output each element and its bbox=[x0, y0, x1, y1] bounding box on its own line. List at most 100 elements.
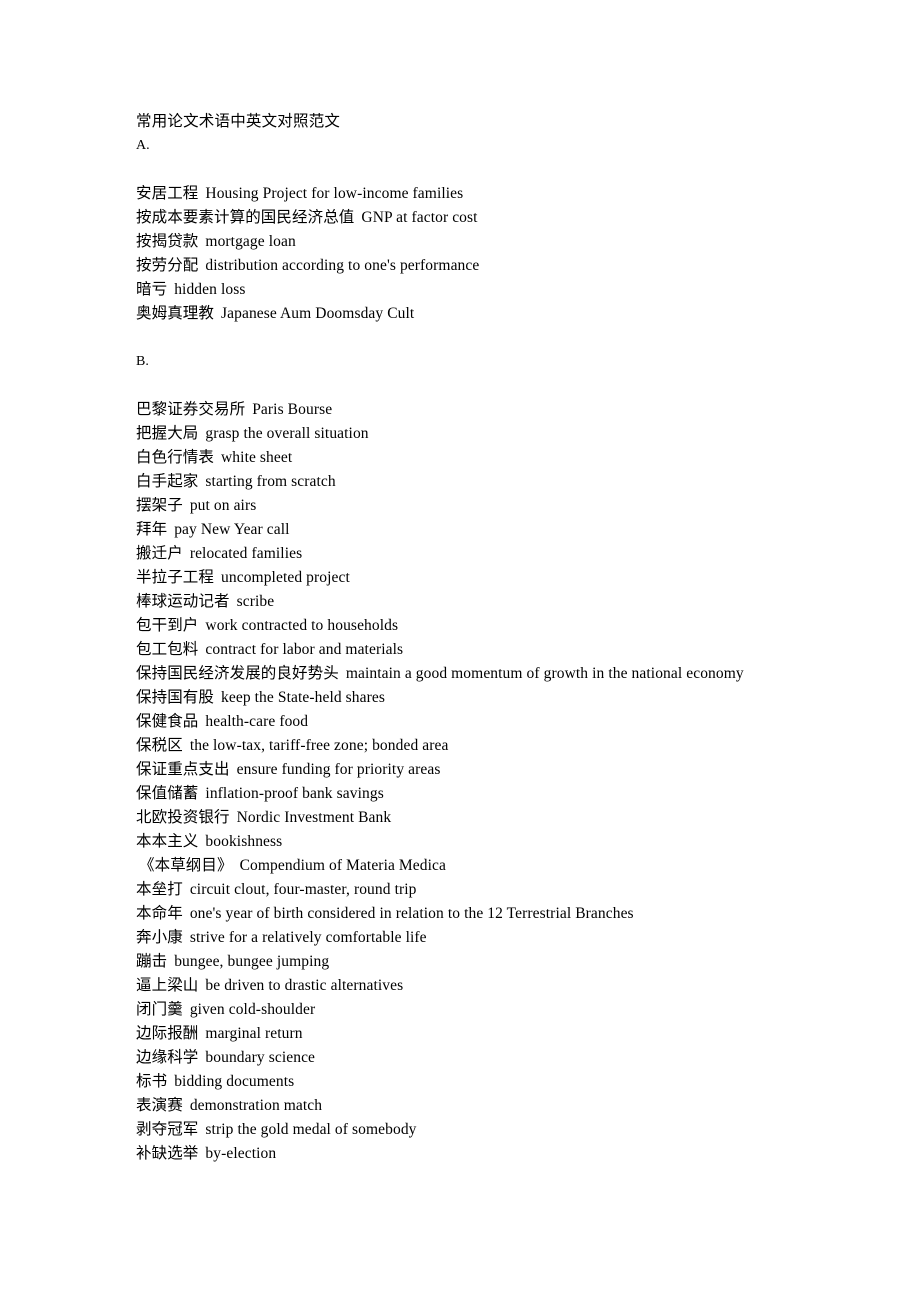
glossary-entry: 棒球运动记者 scribe bbox=[136, 590, 876, 614]
glossary-entry: 白手起家 starting from scratch bbox=[136, 470, 876, 494]
entry-translation: strip the gold medal of somebody bbox=[205, 1121, 417, 1138]
entry-translation: bungee, bungee jumping bbox=[174, 953, 330, 970]
glossary-entry: 《本草纲目》 Compendium of Materia Medica bbox=[136, 854, 876, 878]
entry-translation: the low-tax, tariff-free zone; bonded ar… bbox=[189, 737, 449, 754]
entry-term: 拜年 bbox=[136, 521, 168, 538]
entry-translation: keep the State-held shares bbox=[221, 689, 386, 706]
entry-translation: demonstration match bbox=[189, 1097, 323, 1114]
glossary-sections: A. 安居工程 Housing Project for low-income fa… bbox=[136, 134, 876, 1166]
glossary-entry: 剥夺冠军 strip the gold medal of somebody bbox=[136, 1118, 876, 1142]
entry-term: 保税区 bbox=[136, 737, 183, 754]
section-letter: B. bbox=[136, 354, 149, 369]
entry-term: 保持国民经济发展的良好势头 bbox=[136, 665, 339, 682]
entry-translation: distribution according to one's performa… bbox=[205, 257, 480, 274]
entry-term: 暗亏 bbox=[136, 281, 168, 298]
glossary-entry: 本命年 one's year of birth considered in rel… bbox=[136, 902, 876, 926]
entry-term: 奥姆真理教 bbox=[136, 305, 215, 322]
entry-translation: circuit clout, four-master, round trip bbox=[189, 881, 417, 898]
glossary-entry: 边际报酬 marginal return bbox=[136, 1022, 876, 1046]
entry-translation: white sheet bbox=[221, 449, 293, 466]
glossary-entry: 保证重点支出 ensure funding for priority areas bbox=[136, 758, 876, 782]
glossary-entry: 暗亏 hidden loss bbox=[136, 278, 876, 302]
section-letter: A. bbox=[136, 138, 150, 153]
entry-term: 半拉子工程 bbox=[136, 569, 215, 586]
glossary-entry: 保健食品 health-care food bbox=[136, 710, 876, 734]
entry-term: 本本主义 bbox=[136, 833, 199, 850]
entry-term: 把握大局 bbox=[136, 425, 199, 442]
entry-term: 北欧投资银行 bbox=[136, 809, 230, 826]
glossary-entry: 边缘科学 boundary science bbox=[136, 1046, 876, 1070]
document-page: 常用论文术语中英文对照范文 A. 安居工程 Housing Project for… bbox=[0, 0, 920, 1302]
glossary-entry: 按成本要素计算的国民经济总值 GNP at factor cost bbox=[136, 206, 876, 230]
glossary-entry: 白色行情表 white sheet bbox=[136, 446, 876, 470]
entry-translation: marginal return bbox=[205, 1025, 303, 1042]
entry-translation: Japanese Aum Doomsday Cult bbox=[221, 305, 415, 322]
entry-term: 边际报酬 bbox=[136, 1025, 199, 1042]
glossary-entry: 补缺选举 by-election bbox=[136, 1142, 876, 1166]
glossary-entry: 保值储蓄 inflation-proof bank savings bbox=[136, 782, 876, 806]
entry-term: 表演赛 bbox=[136, 1097, 183, 1114]
entry-term: 搬迁户 bbox=[136, 545, 183, 562]
entry-term: 蹦击 bbox=[136, 953, 168, 970]
glossary-entry: 半拉子工程 uncompleted project bbox=[136, 566, 876, 590]
glossary-entry: 巴黎证券交易所 Paris Bourse bbox=[136, 398, 876, 422]
entry-term: 保持国有股 bbox=[136, 689, 215, 706]
entry-term: 《本草纲目》 bbox=[139, 857, 233, 874]
entry-translation: Housing Project for low-income families bbox=[205, 185, 464, 202]
entry-translation: uncompleted project bbox=[221, 569, 350, 586]
entry-translation: put on airs bbox=[189, 497, 257, 514]
entry-translation: contract for labor and materials bbox=[205, 641, 404, 658]
glossary-entry: 奔小康 strive for a relatively comfortable l… bbox=[136, 926, 876, 950]
entry-translation: starting from scratch bbox=[205, 473, 336, 490]
entry-term: 按成本要素计算的国民经济总值 bbox=[136, 209, 355, 226]
glossary-entry: 包工包料 contract for labor and materials bbox=[136, 638, 876, 662]
glossary-entry: 把握大局 grasp the overall situation bbox=[136, 422, 876, 446]
document-body: 常用论文术语中英文对照范文 A. 安居工程 Housing Project for… bbox=[136, 110, 876, 1166]
glossary-entry: 安居工程 Housing Project for low-income famil… bbox=[136, 182, 876, 206]
entry-translation: relocated families bbox=[189, 545, 303, 562]
entry-term: 保值储蓄 bbox=[136, 785, 199, 802]
entry-term: 本垒打 bbox=[136, 881, 183, 898]
entry-term: 标书 bbox=[136, 1073, 168, 1090]
entry-translation: grasp the overall situation bbox=[205, 425, 369, 442]
glossary-entry: 保持国民经济发展的良好势头 maintain a good momentum of… bbox=[136, 662, 876, 686]
entry-term: 保健食品 bbox=[136, 713, 199, 730]
glossary-entry: 摆架子 put on airs bbox=[136, 494, 876, 518]
entry-translation: one's year of birth considered in relati… bbox=[189, 905, 634, 922]
page-title: 常用论文术语中英文对照范文 bbox=[136, 113, 341, 130]
entry-translation: given cold-shoulder bbox=[189, 1001, 316, 1018]
entry-term: 奔小康 bbox=[136, 929, 183, 946]
glossary-entry: 保税区 the low-tax, tariff-free zone; bonded… bbox=[136, 734, 876, 758]
entry-term: 按劳分配 bbox=[136, 257, 199, 274]
glossary-entry: 本本主义 bookishness bbox=[136, 830, 876, 854]
entry-term: 剥夺冠军 bbox=[136, 1121, 199, 1138]
entry-translation: Compendium of Materia Medica bbox=[239, 857, 447, 874]
glossary-entry: 保持国有股 keep the State-held shares bbox=[136, 686, 876, 710]
entry-translation: inflation-proof bank savings bbox=[205, 785, 384, 802]
entry-translation: work contracted to households bbox=[205, 617, 399, 634]
entry-translation: strive for a relatively comfortable life bbox=[189, 929, 427, 946]
glossary-section: B. 巴黎证券交易所 Paris Bourse 把握大局 grasp the over… bbox=[136, 350, 876, 1166]
glossary-entry: 本垒打 circuit clout, four-master, round tri… bbox=[136, 878, 876, 902]
entry-term: 摆架子 bbox=[136, 497, 183, 514]
entry-term: 白色行情表 bbox=[136, 449, 215, 466]
glossary-entry: 搬迁户 relocated families bbox=[136, 542, 876, 566]
glossary-section: A. 安居工程 Housing Project for low-income fa… bbox=[136, 134, 876, 350]
entry-translation: maintain a good momentum of growth in th… bbox=[345, 665, 744, 682]
entry-term: 包干到户 bbox=[136, 617, 199, 634]
entry-translation: GNP at factor cost bbox=[361, 209, 478, 226]
entry-term: 棒球运动记者 bbox=[136, 593, 230, 610]
entry-translation: Paris Bourse bbox=[252, 401, 333, 418]
glossary-entry: 奥姆真理教 Japanese Aum Doomsday Cult bbox=[136, 302, 876, 326]
entry-term: 补缺选举 bbox=[136, 1145, 199, 1162]
entry-term: 本命年 bbox=[136, 905, 183, 922]
entry-term: 包工包料 bbox=[136, 641, 199, 658]
entry-translation: bookishness bbox=[205, 833, 283, 850]
glossary-entry: 北欧投资银行 Nordic Investment Bank bbox=[136, 806, 876, 830]
entry-term: 巴黎证券交易所 bbox=[136, 401, 246, 418]
entry-term: 白手起家 bbox=[136, 473, 199, 490]
glossary-entry: 闭门羹 given cold-shoulder bbox=[136, 998, 876, 1022]
